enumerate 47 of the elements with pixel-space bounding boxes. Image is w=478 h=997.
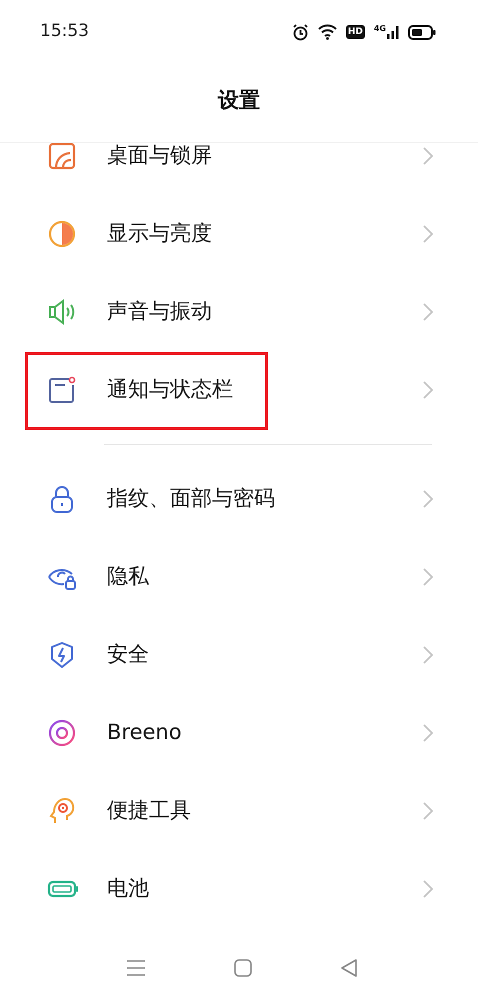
- signal-icon: [387, 25, 399, 39]
- settings-item[interactable]: 指纹、面部与密码: [0, 460, 478, 538]
- speaker-icon: [47, 297, 77, 327]
- notification-icon: [47, 375, 77, 405]
- item-label: 便捷工具: [107, 797, 192, 824]
- item-label: 声音与振动: [107, 298, 213, 326]
- network-type: 4G: [374, 25, 386, 33]
- back-icon[interactable]: [340, 959, 358, 977]
- settings-item[interactable]: Breeno: [0, 694, 478, 772]
- chevron-icon: [422, 723, 434, 743]
- item-label: Breeno: [107, 719, 183, 746]
- settings-item[interactable]: 声音与振动: [0, 273, 478, 351]
- brightness-icon: [47, 219, 77, 249]
- chevron-icon: [422, 489, 434, 509]
- settings-item[interactable]: 通知与状态栏: [0, 351, 478, 429]
- page-title: 设置: [218, 87, 260, 114]
- item-label: 通知与状态栏: [107, 376, 234, 404]
- chevron-icon: [422, 645, 434, 665]
- chevron-icon: [422, 879, 434, 899]
- settings-item[interactable]: 显示与亮度: [0, 195, 478, 273]
- item-label: 显示与亮度: [107, 220, 213, 248]
- chevron-icon: [422, 224, 434, 244]
- home-icon[interactable]: [234, 959, 252, 977]
- alarm-icon: [292, 24, 309, 40]
- settings-item[interactable]: 隐私: [0, 538, 478, 616]
- item-label: 隐私: [107, 563, 150, 590]
- item-label: 安全: [107, 641, 150, 668]
- chevron-icon: [422, 567, 434, 587]
- head-target-icon: [47, 796, 77, 826]
- ring-icon: [47, 718, 77, 748]
- menu-icon[interactable]: [126, 959, 146, 977]
- status-time: 15:53: [40, 20, 89, 44]
- hd-badge: HD: [346, 25, 365, 39]
- battery-status-icon: [408, 24, 436, 40]
- item-label: 指纹、面部与密码: [107, 485, 276, 512]
- settings-item[interactable]: 电池: [0, 850, 478, 928]
- settings-item[interactable]: 桌面与锁屏: [0, 143, 478, 195]
- wallpaper-icon: [47, 143, 77, 171]
- settings-item[interactable]: 便捷工具: [0, 772, 478, 850]
- item-label: 桌面与锁屏: [107, 143, 213, 170]
- chevron-icon: [422, 302, 434, 322]
- item-label: 电池: [107, 875, 150, 902]
- wifi-icon: [318, 24, 337, 40]
- chevron-icon: [422, 801, 434, 821]
- chevron-icon: [422, 380, 434, 400]
- settings-item[interactable]: 安全: [0, 616, 478, 694]
- chevron-icon: [422, 146, 434, 166]
